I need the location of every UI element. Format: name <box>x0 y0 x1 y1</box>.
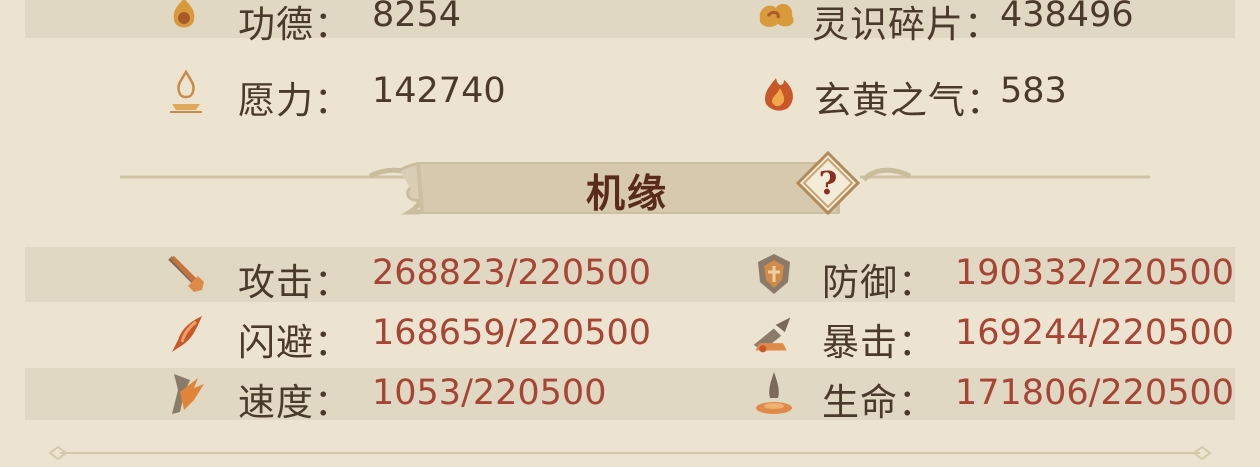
dodge-label: 闪避： <box>238 321 352 364</box>
flame-cloud-icon <box>756 72 800 116</box>
cloud-swirl-icon <box>754 0 798 36</box>
speed-label: 速度： <box>238 381 352 424</box>
shield-icon <box>752 252 796 296</box>
cannon-icon <box>750 312 794 356</box>
defense-label: 防御： <box>822 261 936 304</box>
crit-label: 暴击： <box>822 321 936 364</box>
gongde-label: 功德： <box>238 3 352 46</box>
attack-value: 268823/220500 <box>372 253 652 293</box>
section-title: 机缘 <box>586 172 669 217</box>
help-button[interactable]: ? <box>796 151 860 215</box>
attack-label: 攻击： <box>238 261 352 304</box>
sword-icon <box>164 252 208 296</box>
footer-divider <box>48 445 1212 461</box>
swift-figure-icon <box>166 312 210 356</box>
hp-label: 生命： <box>822 381 936 424</box>
dodge-value: 168659/220500 <box>372 313 652 353</box>
speed-value: 1053/220500 <box>372 373 607 413</box>
xuanhuang-label: 玄黄之气： <box>814 79 1004 122</box>
water-drop-icon <box>752 372 796 416</box>
yuanli-label: 愿力： <box>238 79 352 122</box>
lingshi-value: 438496 <box>1000 0 1134 35</box>
gongde-value: 8254 <box>372 0 462 35</box>
yuanli-value: 142740 <box>372 71 506 111</box>
running-figure-icon <box>164 372 208 416</box>
crit-value: 169244/220500 <box>955 313 1235 353</box>
lingshi-label: 灵识碎片： <box>812 3 1002 46</box>
help-icon: ? <box>819 164 838 202</box>
lotus-flame-icon <box>162 0 206 36</box>
defense-value: 190332/220500 <box>955 253 1235 293</box>
hp-value: 171806/220500 <box>955 373 1235 413</box>
xuanhuang-value: 583 <box>1000 71 1067 111</box>
incense-fire-icon <box>164 69 208 114</box>
